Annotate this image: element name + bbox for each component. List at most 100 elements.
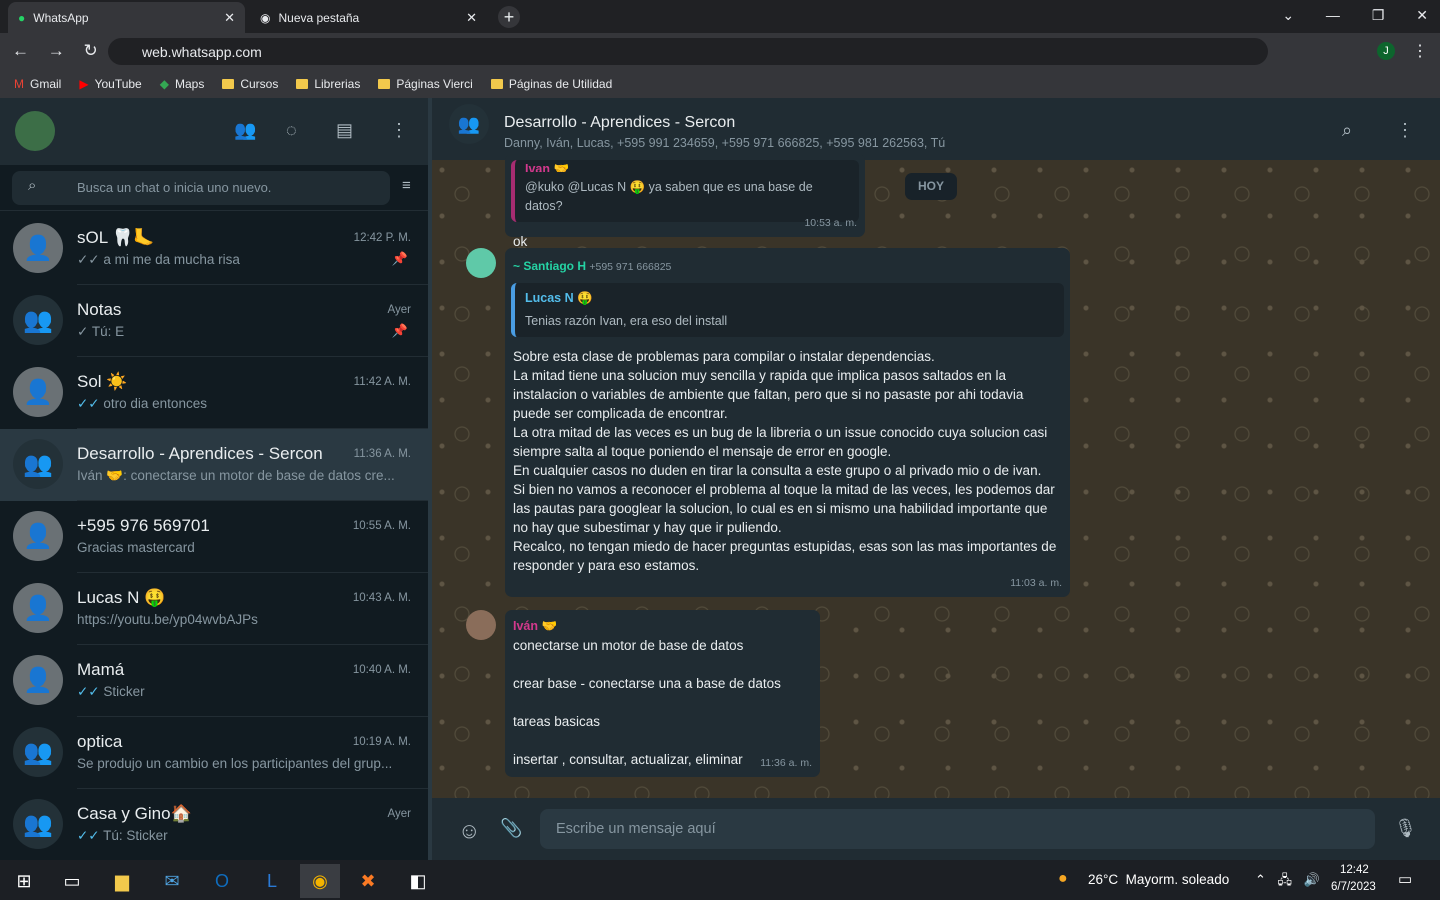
search-icon: ⌕ (28, 177, 37, 194)
chrome-icon[interactable]: ◉ (300, 864, 340, 898)
pin-icon: 📌 (391, 323, 408, 338)
bookmark-paginas-vierci[interactable]: Páginas Vierci (378, 77, 473, 91)
folder-icon (296, 79, 309, 89)
chrome-icon: ◉ (260, 10, 271, 25)
microphone-icon[interactable]: 🎙 (1394, 818, 1417, 839)
clock-time[interactable]: 12:42 (1340, 864, 1369, 876)
bookmark-label: Gmail (30, 77, 62, 91)
conversation-header[interactable]: 👥 Desarrollo - Aprendices - Sercon Danny… (432, 98, 1440, 160)
chat-preview: Sticker (103, 684, 145, 699)
message-author[interactable]: ~ Santiago H (513, 259, 586, 273)
bookmark-label: YouTube (94, 77, 142, 91)
message-text: conectarse un motor de base de datos cre… (513, 638, 781, 767)
bookmark-youtube[interactable]: ▶ YouTube (79, 77, 141, 91)
message-input[interactable]: Escribe un mensaje aquí (540, 809, 1375, 849)
notifications-icon[interactable]: ▭ (1398, 870, 1412, 888)
chat-preview: Tú: Sticker (103, 828, 168, 843)
profile-avatar[interactable]: J (1377, 42, 1395, 60)
tab-whatsapp[interactable]: ● WhatsApp ✕ (8, 2, 245, 33)
clock-date[interactable]: 6/7/2023 (1331, 881, 1376, 893)
tab-new[interactable]: ◉ Nueva pestaña ✕ (250, 2, 487, 33)
bookmark-maps[interactable]: ◆ Maps (160, 77, 205, 91)
contact-avatar: 👤 (13, 655, 63, 705)
start-icon[interactable]: ⊞ (4, 864, 44, 898)
chat-item[interactable]: 👥 optica 10:19 A. M. Se produjo un cambi… (0, 717, 428, 789)
sender-avatar[interactable] (466, 610, 496, 640)
read-ticks-icon: ✓✓ (77, 828, 100, 843)
app-icon[interactable]: ◧ (398, 864, 438, 898)
chat-preview: otro dia entonces (103, 396, 207, 411)
new-tab-button[interactable]: + (498, 6, 520, 28)
chat-preview: Iván 🤝: conectarse un motor de base de d… (77, 468, 395, 483)
browser-tab-bar: ● WhatsApp ✕ ◉ Nueva pestaña ✕ + ⌄ — ❐ ✕ (0, 0, 1440, 33)
search-placeholder: Busca un chat o inicia uno nuevo. (77, 180, 272, 195)
close-tab-icon[interactable]: ✕ (224, 10, 235, 26)
tray-icons[interactable]: ⌃ 🖧 🔊 (1255, 871, 1320, 893)
read-ticks-icon: ✓✓ (77, 252, 100, 267)
xampp-icon[interactable]: ✖ (348, 864, 388, 898)
file-explorer-icon[interactable]: ▆ (102, 864, 142, 898)
pin-icon: 📌 (391, 251, 408, 266)
menu-icon[interactable]: ⋮ (1396, 120, 1414, 141)
bookmark-librerias[interactable]: Librerias (296, 77, 360, 91)
url-text: web.whatsapp.com (142, 44, 262, 60)
read-ticks-icon: ✓✓ (77, 396, 100, 411)
chat-item[interactable]: 👥 Desarrollo - Aprendices - Sercon 11:36… (0, 429, 428, 501)
tab-label: Nueva pestaña (278, 10, 360, 25)
message-time: 10:53 a. m. (804, 217, 857, 229)
bookmark-label: Maps (174, 77, 205, 91)
chat-preview: https://youtu.be/yp04wvbAJPs (77, 612, 258, 627)
mail-icon[interactable]: ✉ (152, 864, 192, 898)
menu-icon[interactable]: ⋮ (390, 120, 408, 141)
chat-item[interactable]: 👥 Notas Ayer ✓ Tú: E 📌 (0, 285, 428, 357)
quoted-message[interactable]: Lucas N 🤑 Tenias razón Ivan, era eso del… (511, 283, 1064, 337)
outlook-icon[interactable]: O (202, 864, 242, 898)
close-tab-icon[interactable]: ✕ (466, 10, 477, 26)
bookmarks-bar: M Gmail ▶ YouTube ◆ Maps Cursos Librerias P… (0, 70, 1440, 98)
chat-item[interactable]: 👤 +595 976 569701 10:55 A. M. Gracias ma… (0, 501, 428, 573)
group-avatar: 👥 (13, 295, 63, 345)
chat-item[interactable]: 👤 Lucas N 🤑 10:43 A. M. https://youtu.be… (0, 573, 428, 645)
chat-name: Notas (77, 300, 122, 319)
date-badge: HOY (905, 173, 957, 200)
new-chat-icon[interactable]: ▤ (336, 120, 353, 141)
task-view-icon[interactable]: ▭ (52, 864, 92, 898)
window-controls[interactable]: ⌄ — ❐ ✕ (1282, 7, 1428, 24)
chat-name: Lucas N 🤑 (77, 588, 166, 607)
chat-item[interactable]: 👥 Casa y Gino🏠 Ayer ✓✓ Tú: Sticker (0, 789, 428, 861)
my-avatar[interactable] (15, 111, 55, 151)
bookmark-label: Páginas de Utilidad (508, 77, 613, 91)
conversation-members: Danny, Iván, Lucas, +595 991 234659, +59… (504, 136, 946, 150)
nav-buttons[interactable]: ← → ↻ (12, 41, 98, 61)
chat-time: 11:42 A. M. (353, 376, 411, 388)
weather-text[interactable]: 26°C Mayorm. soleado (1088, 872, 1229, 887)
url-field[interactable]: web.whatsapp.com (108, 38, 1268, 65)
gmail-icon: M (14, 77, 24, 91)
search-input[interactable]: Busca un chat o inicia uno nuevo. (12, 171, 390, 205)
youtube-icon: ▶ (79, 77, 89, 91)
search-icon[interactable]: ⌕ (1342, 120, 1352, 141)
chat-item[interactable]: 👤 Mamá 10:40 A. M. ✓✓ Sticker (0, 645, 428, 717)
status-icon[interactable]: ◌ (286, 120, 297, 141)
quote-text: @kuko @Lucas N 🤑 ya saben que es una bas… (525, 180, 813, 213)
attach-icon[interactable]: 📎 (500, 818, 522, 839)
menu-icon[interactable]: ⋮ (1412, 41, 1428, 61)
message-area: Ivan 🤝 @kuko @Lucas N 🤑 ya saben que es … (432, 154, 1440, 798)
emoji-icon[interactable]: ☺ (458, 818, 480, 844)
sender-avatar[interactable] (466, 248, 496, 278)
folder-icon (490, 79, 503, 89)
chat-item[interactable]: 👤 Sol ☀️ 11:42 A. M. ✓✓ otro dia entonce… (0, 357, 428, 429)
bookmark-paginas-utilidad[interactable]: Páginas de Utilidad (490, 77, 613, 91)
chat-item[interactable]: 👤 sOL 🦷🦶 12:42 P. M. ✓✓ a mi me da mucha… (0, 213, 428, 285)
bookmark-cursos[interactable]: Cursos (222, 77, 278, 91)
group-avatar[interactable]: 👥 (449, 104, 489, 144)
folder-icon (222, 79, 235, 89)
message-author[interactable]: Iván 🤝 (505, 610, 820, 636)
filter-icon[interactable]: ≡ (402, 177, 411, 194)
teams-icon[interactable]: L (252, 864, 292, 898)
quote-author: Ivan 🤝 (525, 162, 570, 172)
communities-icon[interactable]: 👥 (234, 120, 256, 141)
quoted-message[interactable]: Ivan 🤝 @kuko @Lucas N 🤑 ya saben que es … (511, 160, 859, 222)
chat-name: Sol ☀️ (77, 372, 128, 391)
bookmark-gmail[interactable]: M Gmail (14, 77, 61, 91)
